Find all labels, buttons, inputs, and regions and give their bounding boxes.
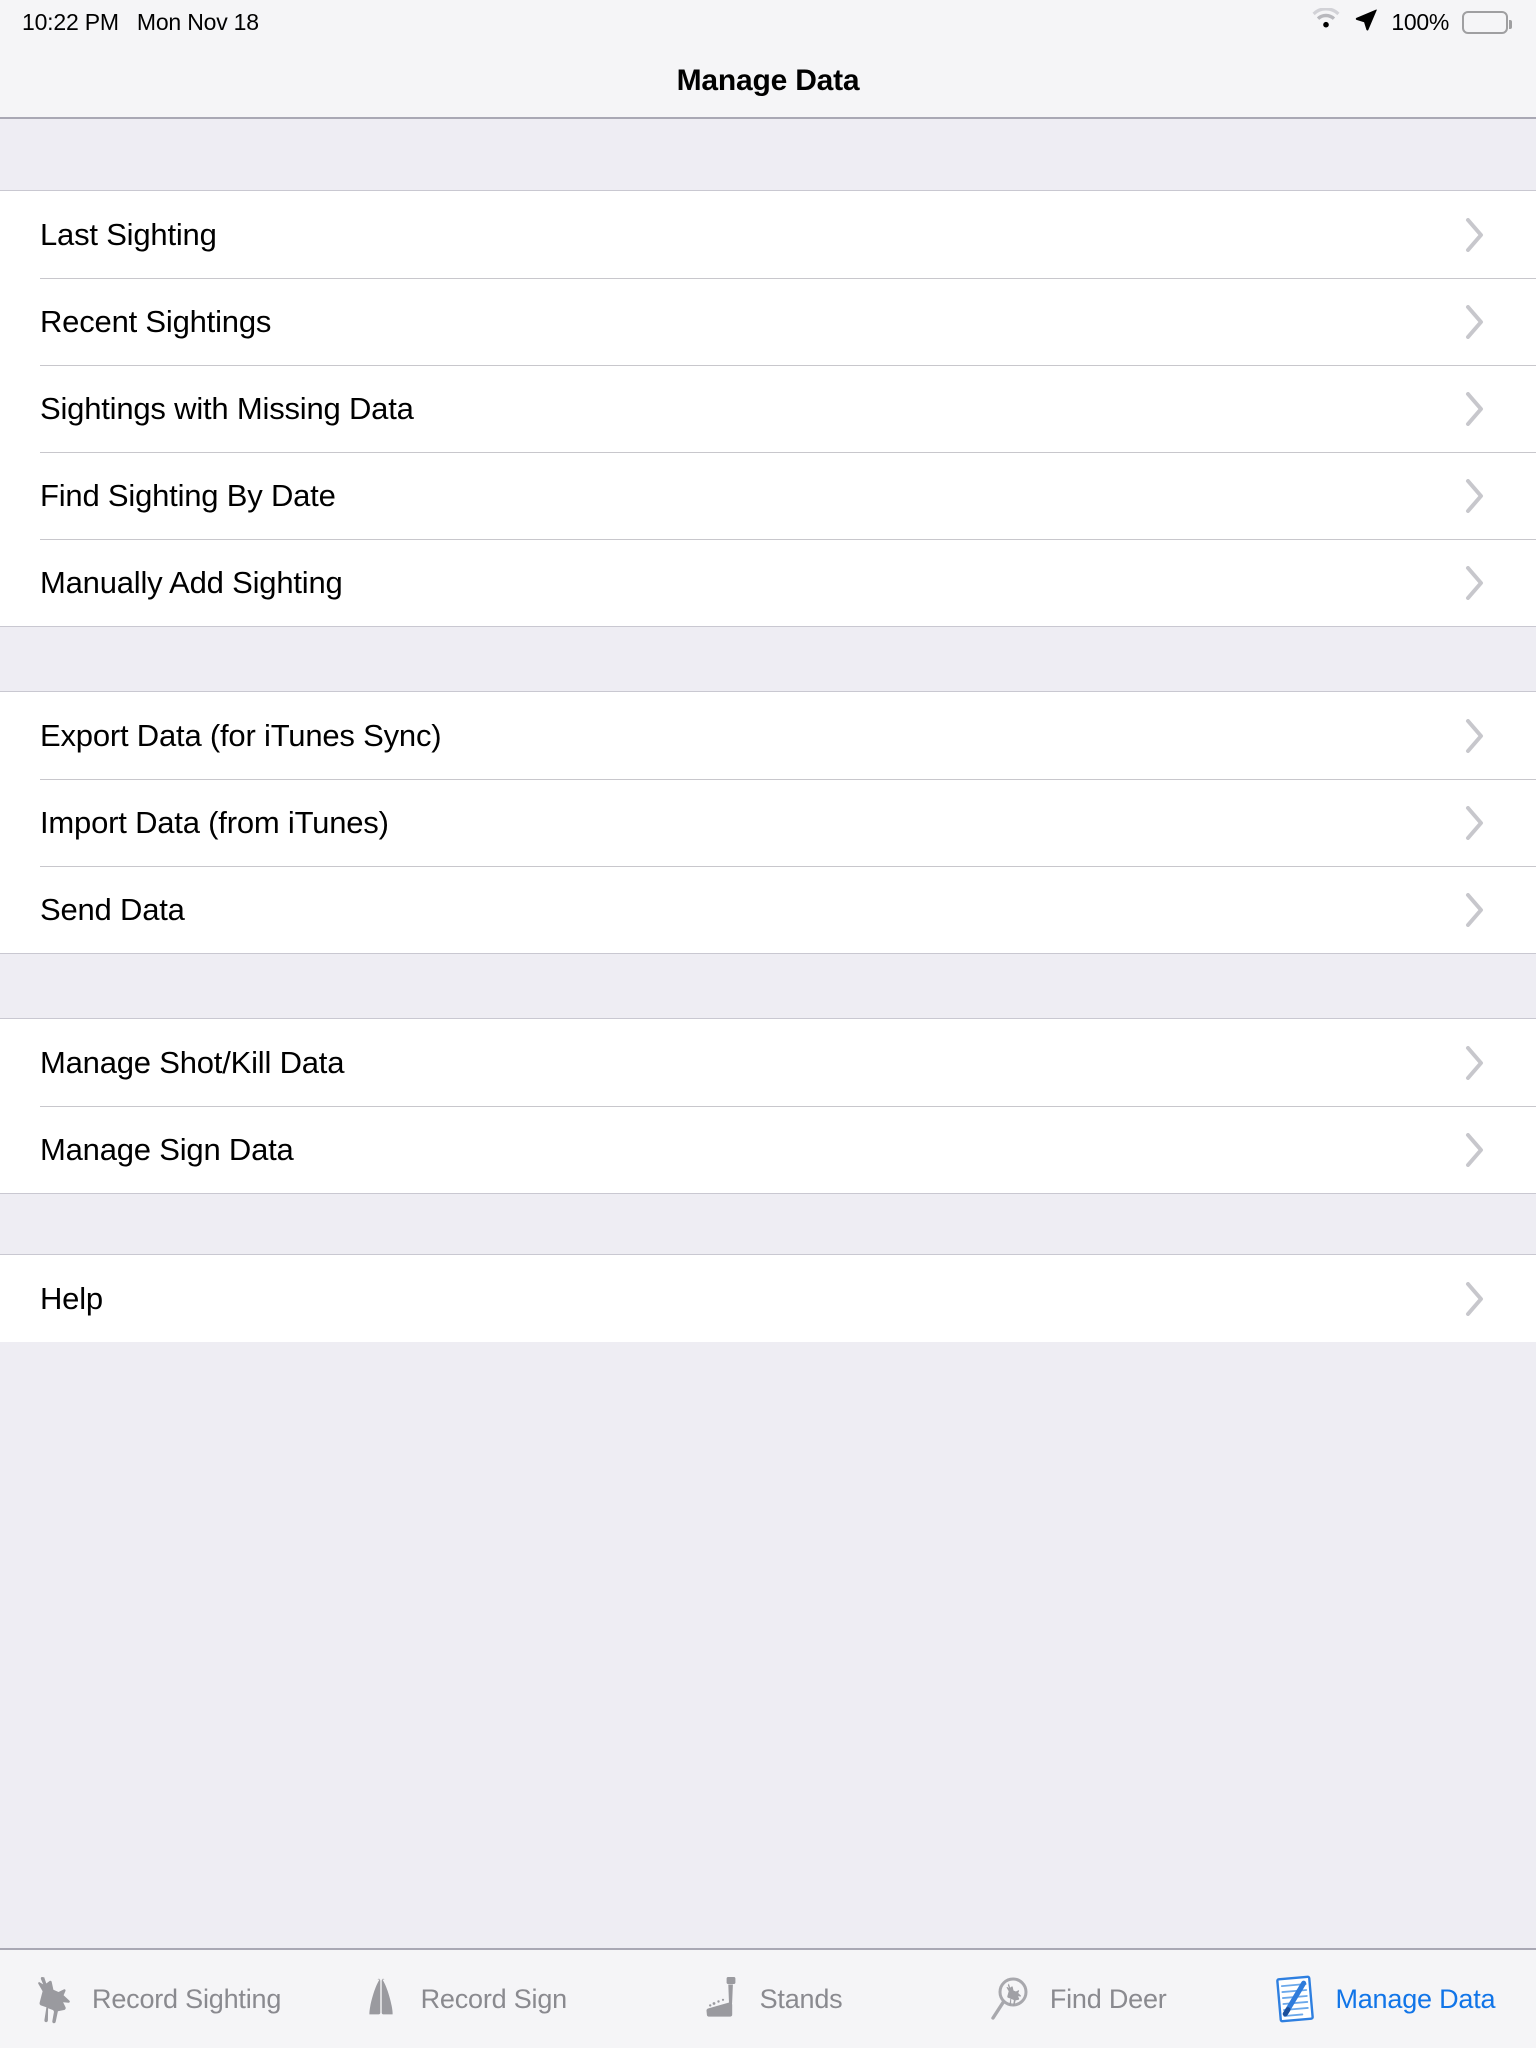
hoof-print-icon — [355, 1971, 407, 2027]
row-label: Manage Sign Data — [40, 1132, 294, 1167]
document-pen-icon — [1269, 1971, 1321, 2027]
chevron-right-icon — [1464, 891, 1486, 929]
status-bar-right: 100% — [1311, 7, 1512, 37]
row-label: Manually Add Sighting — [40, 565, 343, 600]
tab-label: Record Sighting — [92, 1983, 282, 2014]
row-send-data[interactable]: Send Data — [0, 866, 1536, 953]
chevron-right-icon — [1464, 1280, 1486, 1318]
section-header-sightings — [0, 119, 1536, 191]
row-label: Last Sighting — [40, 217, 217, 252]
row-export-data[interactable]: Export Data (for iTunes Sync) — [0, 692, 1536, 779]
tab-stands[interactable]: Stands — [614, 1950, 921, 2048]
chevron-right-icon — [1464, 303, 1486, 341]
row-manually-add-sighting[interactable]: Manually Add Sighting — [0, 539, 1536, 626]
row-label: Import Data (from iTunes) — [40, 805, 389, 840]
row-sightings-with-missing-data[interactable]: Sightings with Missing Data — [0, 365, 1536, 452]
tab-find-deer[interactable]: Find Deer — [922, 1950, 1229, 2048]
wifi-icon — [1311, 7, 1341, 36]
chevron-right-icon — [1464, 717, 1486, 755]
chevron-right-icon — [1464, 390, 1486, 428]
tab-bar: Record Sighting Record Sign Stands Find … — [0, 1948, 1536, 2048]
row-label: Sightings with Missing Data — [40, 391, 414, 426]
section-help: Help — [0, 1255, 1536, 1342]
location-arrow-icon — [1354, 7, 1378, 37]
row-help[interactable]: Help — [0, 1255, 1536, 1342]
row-manage-sign-data[interactable]: Manage Sign Data — [0, 1106, 1536, 1193]
row-recent-sightings[interactable]: Recent Sightings — [0, 278, 1536, 365]
tab-record-sign[interactable]: Record Sign — [307, 1950, 614, 2048]
row-find-sighting-by-date[interactable]: Find Sighting By Date — [0, 452, 1536, 539]
row-last-sighting[interactable]: Last Sighting — [0, 191, 1536, 278]
chevron-right-icon — [1464, 1044, 1486, 1082]
row-manage-shot-kill-data[interactable]: Manage Shot/Kill Data — [0, 1019, 1536, 1106]
tab-label: Manage Data — [1335, 1983, 1496, 2014]
status-bar: 10:22 PM Mon Nov 18 100% — [0, 0, 1536, 44]
tab-label: Find Deer — [1049, 1983, 1167, 2014]
deer-antler-icon — [26, 1971, 78, 2027]
row-label: Export Data (for iTunes Sync) — [40, 718, 442, 753]
section-transfer: Export Data (for iTunes Sync) Import Dat… — [0, 692, 1536, 953]
row-label: Send Data — [40, 892, 185, 927]
tab-label: Record Sign — [420, 1983, 568, 2014]
page-title: Manage Data — [676, 63, 860, 97]
row-import-data[interactable]: Import Data (from iTunes) — [0, 779, 1536, 866]
navigation-bar: Manage Data — [0, 44, 1536, 119]
magnifier-deer-icon — [984, 1971, 1036, 2027]
tab-record-sighting[interactable]: Record Sighting — [0, 1950, 307, 2048]
settings-table: Last Sighting Recent Sightings Sightings… — [0, 119, 1536, 1948]
tab-manage-data[interactable]: Manage Data — [1229, 1950, 1536, 2048]
row-label: Recent Sightings — [40, 304, 272, 339]
row-label: Find Sighting By Date — [40, 478, 336, 513]
row-label: Help — [40, 1281, 103, 1316]
section-header-help — [0, 1193, 1536, 1255]
chevron-right-icon — [1464, 804, 1486, 842]
tab-label: Stands — [759, 1983, 843, 2014]
status-bar-left: 10:22 PM Mon Nov 18 — [22, 9, 259, 36]
chevron-right-icon — [1464, 1131, 1486, 1169]
chevron-right-icon — [1464, 216, 1486, 254]
section-header-transfer — [0, 626, 1536, 692]
section-sightings: Last Sighting Recent Sightings Sightings… — [0, 191, 1536, 626]
section-manage: Manage Shot/Kill Data Manage Sign Data — [0, 1019, 1536, 1193]
chevron-right-icon — [1464, 564, 1486, 602]
chevron-right-icon — [1464, 477, 1486, 515]
app-screen: 10:22 PM Mon Nov 18 100% Manage Data Las… — [0, 0, 1536, 2048]
status-bar-date: Mon Nov 18 — [136, 8, 259, 35]
row-label: Manage Shot/Kill Data — [40, 1045, 345, 1080]
status-bar-time: 10:22 PM — [22, 8, 119, 35]
section-header-manage — [0, 953, 1536, 1019]
battery-percent-label: 100% — [1391, 8, 1449, 35]
battery-full-icon — [1462, 10, 1512, 34]
tree-stand-icon — [694, 1971, 746, 2027]
